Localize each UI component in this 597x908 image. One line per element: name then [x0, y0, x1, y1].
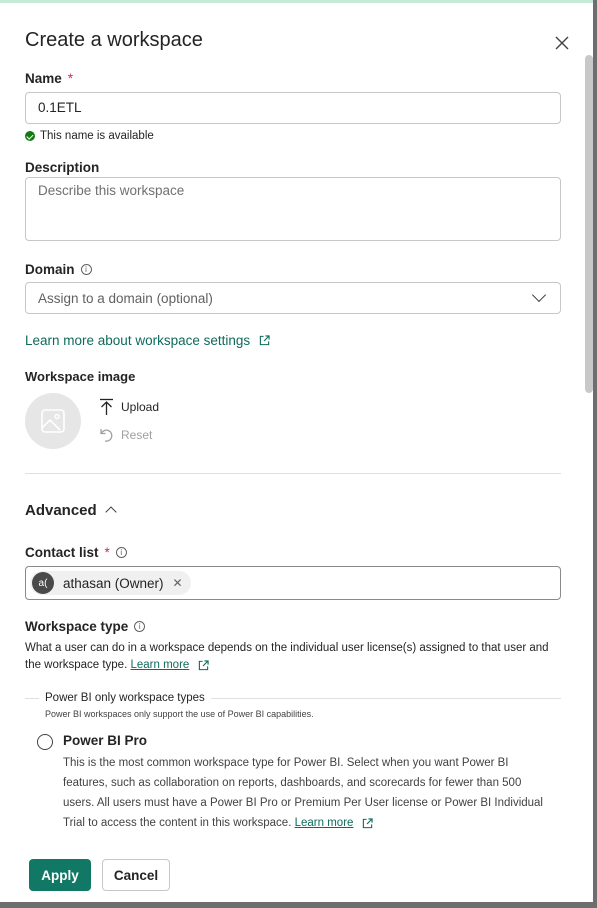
learn-more-settings-link[interactable]: Learn more about workspace settings [25, 333, 270, 348]
required-mark: * [67, 71, 74, 86]
chevron-down-icon [531, 287, 547, 303]
external-link-icon [259, 335, 270, 346]
workspace-image-placeholder [25, 393, 81, 449]
chevron-up-icon [105, 506, 117, 518]
info-icon[interactable]: i [80, 264, 92, 275]
avatar: a( [32, 572, 54, 594]
description-label: Description [25, 160, 100, 175]
image-icon [41, 409, 65, 433]
power-bi-pro-radio[interactable] [37, 734, 53, 750]
workspace-type-description: What a user can do in a workspace depend… [25, 640, 565, 674]
group-subtitle: Power BI workspaces only support the use… [45, 709, 314, 719]
description-textarea[interactable]: Describe this workspace [25, 177, 561, 241]
apply-button[interactable]: Apply [29, 859, 91, 891]
undo-icon [100, 429, 113, 442]
close-icon[interactable] [553, 34, 571, 52]
info-icon[interactable]: i [115, 547, 127, 558]
reset-button[interactable]: Reset [99, 427, 152, 443]
scrollbar[interactable] [585, 55, 593, 393]
name-input[interactable]: 0.1ETL [25, 92, 561, 124]
power-bi-pro-title: Power BI Pro [63, 733, 148, 748]
section-divider [25, 473, 561, 474]
contact-list-input[interactable]: a( athasan (Owner) ✕ [25, 566, 561, 600]
advanced-toggle[interactable]: Advanced [25, 502, 117, 519]
power-bi-pro-learn-more-link[interactable]: Learn more [295, 813, 374, 833]
required-mark: * [104, 545, 110, 560]
dialog-title: Create a workspace [25, 29, 203, 51]
checkmark-circle-icon [25, 131, 35, 141]
workspace-image-label: Workspace image [25, 369, 136, 384]
contact-list-label: Contact list * i [25, 545, 127, 560]
name-label: Name * [25, 71, 74, 86]
workspace-type-label: Workspace type i [25, 619, 146, 634]
cancel-button[interactable]: Cancel [102, 859, 170, 891]
upload-icon [100, 398, 113, 415]
create-workspace-dialog: Create a workspace Name * 0.1ETL This na… [0, 0, 593, 902]
domain-dropdown[interactable]: Assign to a domain (optional) [25, 282, 561, 314]
external-link-icon [199, 660, 209, 671]
upload-button[interactable]: Upload [99, 398, 159, 416]
name-availability-status: This name is available [25, 130, 154, 142]
external-link-icon [363, 817, 374, 828]
contact-chip: a( athasan (Owner) ✕ [30, 571, 191, 595]
power-bi-pro-description: This is the most common workspace type f… [63, 753, 553, 833]
group-title: Power BI only workspace types [39, 692, 211, 704]
domain-label: Domain i [25, 262, 92, 277]
remove-contact-icon[interactable]: ✕ [173, 576, 183, 590]
workspace-type-learn-more-link[interactable]: Learn more [130, 657, 209, 674]
info-icon[interactable]: i [134, 621, 146, 632]
